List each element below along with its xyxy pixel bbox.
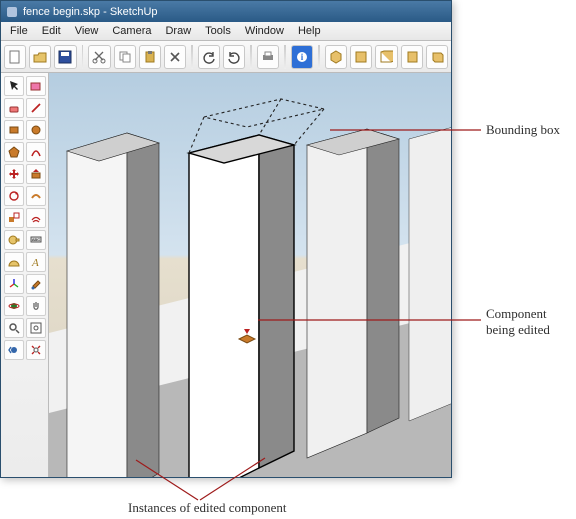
line-tool[interactable] xyxy=(26,98,46,118)
menu-file[interactable]: File xyxy=(3,23,35,39)
app-icon xyxy=(7,7,17,17)
rectangle-tool[interactable] xyxy=(4,120,24,140)
save-button[interactable] xyxy=(54,45,76,69)
menu-view[interactable]: View xyxy=(68,23,106,39)
open-file-button[interactable] xyxy=(29,45,51,69)
followme-tool[interactable] xyxy=(26,186,46,206)
arc-tool[interactable] xyxy=(26,142,46,162)
post-instance-2 xyxy=(307,129,399,458)
redo-button[interactable] xyxy=(223,45,245,69)
zoom-tool[interactable] xyxy=(4,318,24,338)
post-active-component[interactable] xyxy=(189,135,294,477)
eraser-tool[interactable] xyxy=(4,98,24,118)
top-view-button[interactable] xyxy=(350,45,372,69)
front-view-button[interactable] xyxy=(375,45,397,69)
scale-tool[interactable] xyxy=(4,208,24,228)
make-component-tool[interactable] xyxy=(26,76,46,96)
offset-tool[interactable] xyxy=(26,208,46,228)
pushpull-tool[interactable] xyxy=(26,164,46,184)
text-tool[interactable]: A xyxy=(26,252,46,272)
pan-tool[interactable] xyxy=(26,296,46,316)
back-view-button[interactable] xyxy=(426,45,448,69)
rotate-tool[interactable] xyxy=(4,186,24,206)
polygon-tool[interactable] xyxy=(4,142,24,162)
move-tool[interactable] xyxy=(4,164,24,184)
new-file-button[interactable] xyxy=(4,45,26,69)
post-instance-1 xyxy=(67,133,159,477)
left-toolbox: ABC A xyxy=(1,73,49,477)
cut-button[interactable] xyxy=(88,45,110,69)
title-bar[interactable]: fence begin.skp - SketchUp xyxy=(1,1,451,22)
menu-edit[interactable]: Edit xyxy=(35,23,68,39)
model-posts xyxy=(49,73,451,477)
menu-bar: File Edit View Camera Draw Tools Window … xyxy=(1,22,451,41)
window-title: fence begin.skp - SketchUp xyxy=(23,6,158,18)
svg-text:ABC: ABC xyxy=(32,237,40,242)
viewport[interactable] xyxy=(49,73,451,477)
menu-camera[interactable]: Camera xyxy=(105,23,158,39)
delete-button[interactable] xyxy=(164,45,186,69)
menu-tools[interactable]: Tools xyxy=(198,23,238,39)
tape-tool[interactable] xyxy=(4,230,24,250)
iso-view-button[interactable] xyxy=(325,45,347,69)
model-info-button[interactable]: i xyxy=(291,45,313,69)
menu-help[interactable]: Help xyxy=(291,23,328,39)
previous-view-tool[interactable] xyxy=(4,340,24,360)
annotation-instances: Instances of edited component xyxy=(128,500,286,516)
menu-draw[interactable]: Draw xyxy=(158,23,198,39)
protractor-tool[interactable] xyxy=(4,252,24,272)
right-view-button[interactable] xyxy=(401,45,423,69)
top-toolbar: i xyxy=(1,41,451,73)
svg-text:A: A xyxy=(31,257,39,268)
circle-tool[interactable] xyxy=(26,120,46,140)
copy-button[interactable] xyxy=(114,45,136,69)
app-window: fence begin.skp - SketchUp File Edit Vie… xyxy=(0,0,452,478)
print-button[interactable] xyxy=(257,45,279,69)
zoom-window-tool[interactable] xyxy=(26,318,46,338)
menu-window[interactable]: Window xyxy=(238,23,291,39)
undo-button[interactable] xyxy=(198,45,220,69)
post-instance-3 xyxy=(409,127,451,421)
paint-tool[interactable] xyxy=(26,274,46,294)
paste-button[interactable] xyxy=(139,45,161,69)
orbit-tool[interactable] xyxy=(4,296,24,316)
workspace: ABC A xyxy=(1,73,451,477)
dimension-tool[interactable]: ABC xyxy=(26,230,46,250)
select-tool[interactable] xyxy=(4,76,24,96)
annotation-bounding-box: Bounding box xyxy=(486,122,560,138)
zoom-extents-tool[interactable] xyxy=(26,340,46,360)
annotation-component-edited: Component being edited xyxy=(486,306,550,339)
axes-tool[interactable] xyxy=(4,274,24,294)
